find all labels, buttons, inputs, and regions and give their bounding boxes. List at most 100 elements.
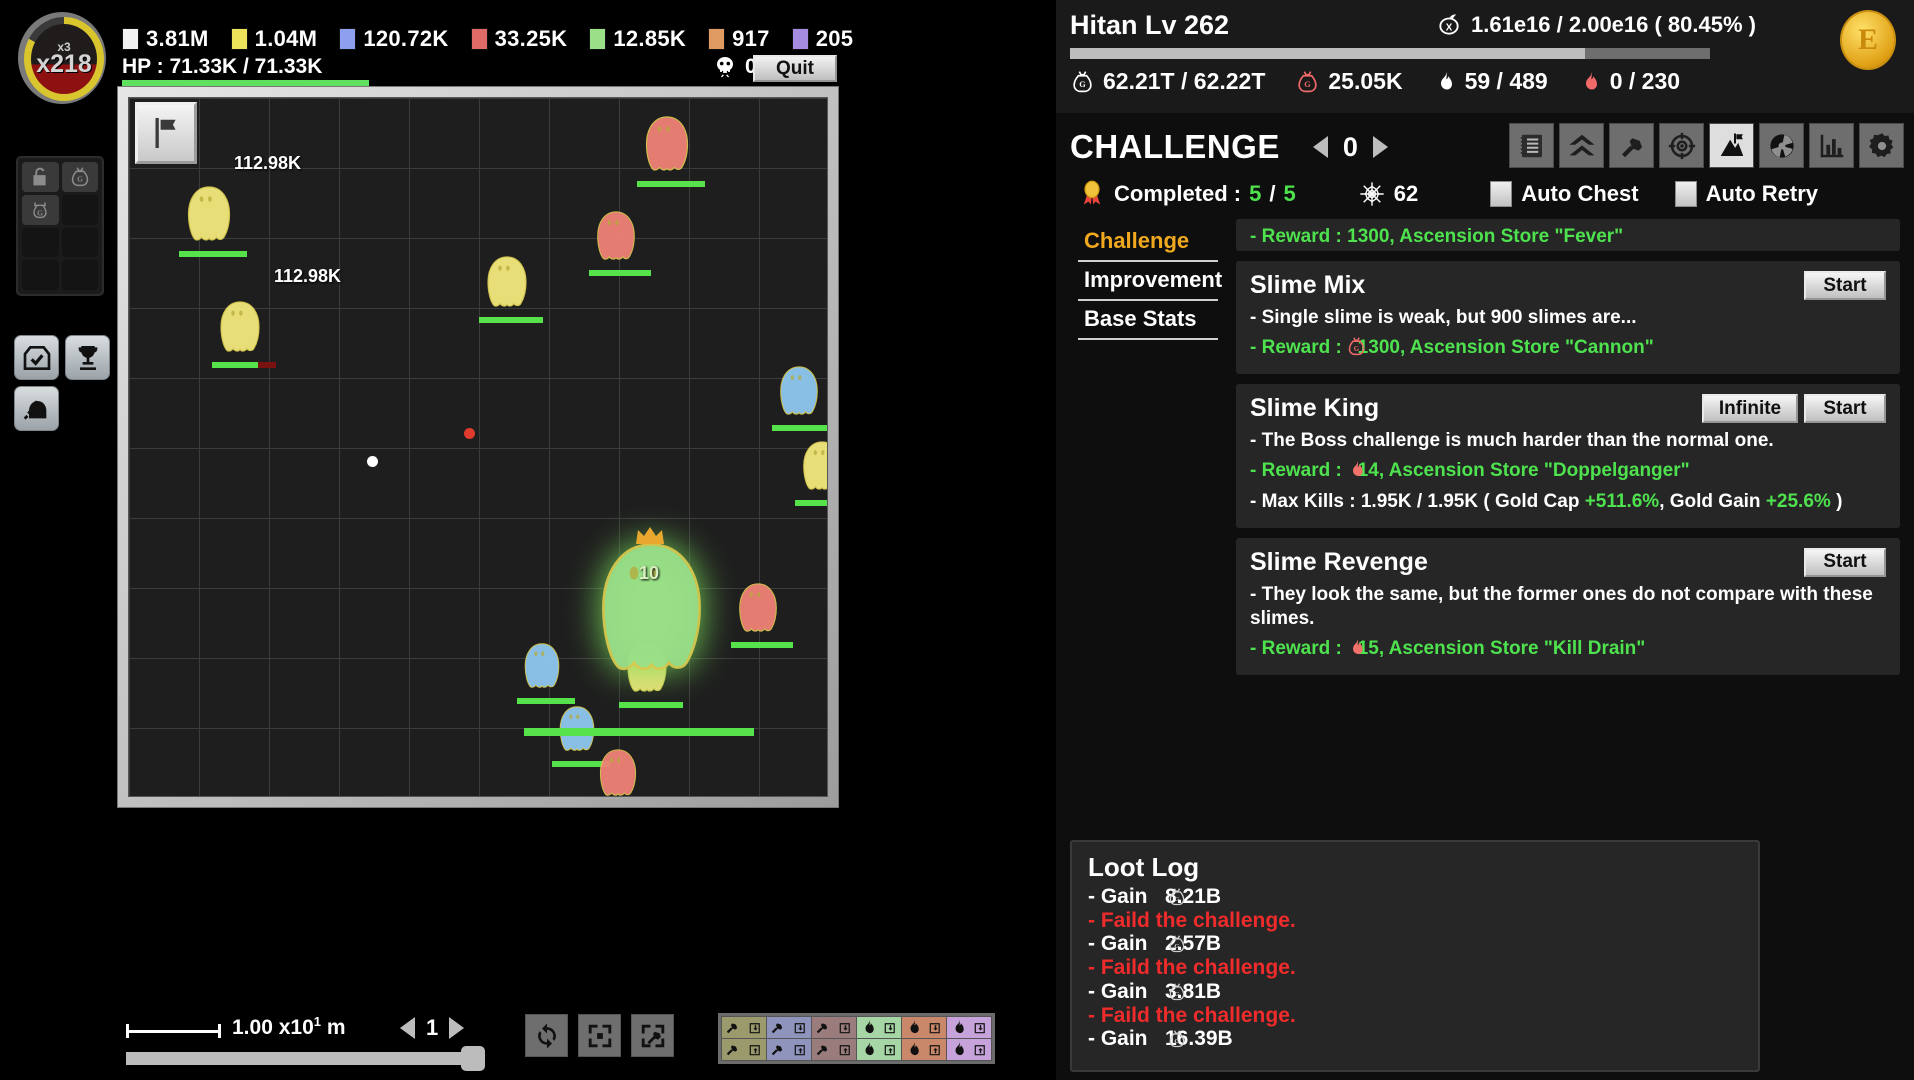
upgrade-button[interactable] bbox=[1559, 123, 1604, 168]
slime-yellow-4[interactable] bbox=[797, 438, 827, 494]
craft-button[interactable] bbox=[1609, 123, 1654, 168]
flag-button[interactable] bbox=[135, 102, 197, 164]
slime-blue-2[interactable] bbox=[519, 640, 565, 692]
upgrade-chip-8[interactable] bbox=[767, 1039, 811, 1060]
trophy-button[interactable] bbox=[65, 335, 110, 380]
challenge-body: Challenge Improvement Base Stats - Reward … bbox=[1056, 209, 1914, 685]
loot-log-entry: - Faild the challenge. bbox=[1088, 1003, 1296, 1027]
tab-base-stats[interactable]: Base Stats bbox=[1078, 301, 1218, 340]
challenge-index: 0 bbox=[1342, 131, 1358, 162]
challenge-card-line: - The Boss challenge is much harder than… bbox=[1250, 430, 1774, 452]
completed-current: 5 bbox=[1249, 181, 1262, 206]
upgrade-chip-12[interactable] bbox=[947, 1039, 991, 1060]
zoom-slider-track[interactable] bbox=[126, 1052, 463, 1065]
upgrade-chip-5[interactable] bbox=[902, 1017, 946, 1038]
start-button-slime-mix[interactable]: Start bbox=[1804, 271, 1886, 300]
upgrade-chip-6[interactable] bbox=[947, 1017, 991, 1038]
slime-red-3[interactable] bbox=[733, 580, 783, 636]
upgrade-chip-9[interactable] bbox=[812, 1039, 856, 1060]
flame-down-icon bbox=[949, 1019, 967, 1037]
slime-yellow-3[interactable] bbox=[481, 253, 533, 311]
upgrade-chip-2[interactable] bbox=[767, 1017, 811, 1038]
yellow-slime-count: 1.04M bbox=[230, 26, 318, 52]
battle-arena[interactable]: 10 112.98K 112.98K bbox=[128, 97, 828, 797]
boss-slime-green[interactable] bbox=[584, 538, 719, 678]
upgrade-chip-7[interactable] bbox=[722, 1039, 766, 1060]
slime-red-1[interactable] bbox=[639, 113, 695, 175]
log-button[interactable] bbox=[1509, 123, 1554, 168]
slime-blue-1[interactable] bbox=[774, 363, 824, 419]
tab-challenge[interactable]: Challenge bbox=[1078, 223, 1218, 262]
slime-red-4[interactable] bbox=[594, 746, 642, 796]
red-slime-count: 33.25K bbox=[470, 26, 568, 52]
skill-slot-3[interactable]: G bbox=[22, 194, 59, 225]
loot-log-panel: Loot Log - Gain 8.21B G - Faild the challe… bbox=[1070, 840, 1760, 1072]
resource-swatch bbox=[470, 28, 488, 50]
completed-sep: / bbox=[1269, 181, 1276, 206]
settings-button[interactable] bbox=[1859, 123, 1904, 168]
resource-counters: 3.81M 1.04M 120.72K 33.25K 12.85K 917 20… bbox=[122, 26, 853, 52]
tab-improvement[interactable]: Improvement bbox=[1078, 262, 1222, 301]
slime-sword-button[interactable] bbox=[14, 386, 59, 431]
skill-slot-6[interactable] bbox=[61, 227, 98, 258]
challenge-button[interactable] bbox=[1709, 123, 1754, 168]
upgrade-chip-1[interactable] bbox=[722, 1017, 766, 1038]
slime-yellow-2-hp-bar bbox=[212, 362, 276, 368]
skill-slot-8[interactable] bbox=[61, 260, 98, 290]
slime-yellow-3-hp-bar bbox=[479, 317, 543, 323]
select-box-hammer-button[interactable] bbox=[631, 1014, 674, 1057]
zoom-slider-knob[interactable] bbox=[461, 1046, 485, 1071]
white-flame-stat: 59 / 489 bbox=[1433, 68, 1548, 95]
page-next-button[interactable] bbox=[449, 1017, 465, 1039]
start-button-slime-revenge[interactable]: Start bbox=[1804, 547, 1886, 577]
chest-up-icon bbox=[746, 1041, 764, 1059]
upgrade-chip-10[interactable] bbox=[857, 1039, 901, 1060]
resource-value: 12.85K bbox=[613, 26, 687, 51]
upgrade-chip-4[interactable] bbox=[857, 1017, 901, 1038]
auto-retry-checkbox[interactable] bbox=[1674, 181, 1697, 207]
slime-yellow-2[interactable] bbox=[214, 298, 266, 356]
flame-down-icon bbox=[859, 1019, 877, 1037]
scale-exponent: 1 bbox=[313, 1014, 321, 1029]
chest-button[interactable] bbox=[14, 335, 59, 380]
chest-up-icon bbox=[881, 1041, 899, 1059]
multiplier-orb[interactable]: x3 x218 bbox=[10, 8, 115, 108]
auto-retry-toggle[interactable]: Auto Retry bbox=[1674, 181, 1818, 207]
slime-red-2[interactable] bbox=[591, 208, 641, 264]
skill-slot-7[interactable] bbox=[22, 260, 59, 290]
slime-yellow-5-hp-bar bbox=[619, 702, 683, 708]
challenge-next-button[interactable] bbox=[1372, 136, 1388, 158]
challenge-card: - Reward : 1300, Ascension Store "Fever" bbox=[1236, 219, 1900, 251]
target-button[interactable] bbox=[1659, 123, 1704, 168]
stats-button[interactable] bbox=[1809, 123, 1854, 168]
start-button-slime-king[interactable]: Start bbox=[1804, 394, 1886, 424]
skill-slot-1[interactable] bbox=[22, 162, 59, 192]
page-prev-button[interactable] bbox=[400, 1017, 415, 1039]
quit-button[interactable]: Quit bbox=[753, 55, 837, 82]
xp-bar-fill bbox=[1070, 48, 1585, 59]
challenge-prev-button[interactable] bbox=[1312, 136, 1328, 158]
auto-chest-toggle[interactable]: Auto Chest bbox=[1490, 181, 1639, 207]
slime-yellow-1[interactable] bbox=[181, 183, 237, 245]
currency-badge[interactable]: E bbox=[1840, 10, 1896, 70]
resource-value: 205 bbox=[815, 26, 854, 51]
upgrade-chip-3[interactable] bbox=[812, 1017, 856, 1038]
svg-text:G: G bbox=[37, 208, 43, 217]
skill-slot-2[interactable]: G bbox=[61, 162, 98, 192]
boss-hp-bar bbox=[524, 728, 754, 736]
skill-slot-4[interactable] bbox=[61, 194, 98, 225]
infinite-button-slime-king[interactable]: Infinite bbox=[1702, 394, 1798, 424]
svg-text:G: G bbox=[1079, 80, 1086, 89]
money-bag-icon: G bbox=[1070, 69, 1095, 95]
shutter-button[interactable] bbox=[1759, 123, 1804, 168]
resource-value: 33.25K bbox=[494, 26, 568, 51]
upgrade-chip-11[interactable] bbox=[902, 1039, 946, 1060]
select-box-hammer-icon bbox=[638, 1021, 668, 1051]
challenge-side-tabs: Challenge Improvement Base Stats bbox=[1078, 219, 1222, 685]
auto-chest-checkbox[interactable] bbox=[1490, 181, 1513, 207]
skill-slot-5[interactable] bbox=[22, 227, 59, 258]
refresh-button[interactable] bbox=[525, 1014, 568, 1057]
challenge-card: Slime King - The Boss challenge is much h… bbox=[1236, 384, 1900, 528]
scale-unit: m bbox=[326, 1016, 346, 1039]
select-box-button[interactable] bbox=[578, 1014, 621, 1057]
